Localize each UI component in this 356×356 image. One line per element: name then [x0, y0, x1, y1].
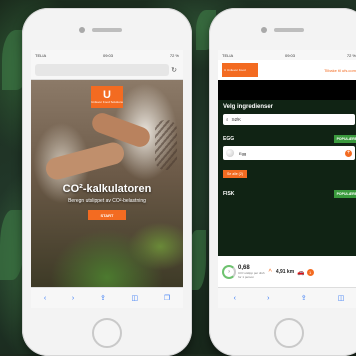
ingredient-label: Egg: [239, 150, 247, 156]
tabs-icon[interactable]: ❐: [164, 294, 170, 302]
popular-badge: POPULÆRE: [333, 134, 356, 143]
time-label: 09:03: [102, 52, 113, 58]
url-field[interactable]: [35, 63, 169, 76]
chef-arm: [43, 140, 127, 182]
home-button[interactable]: [92, 318, 122, 348]
chevron-up-icon[interactable]: ^: [269, 269, 272, 276]
back-icon[interactable]: ‹: [234, 295, 236, 302]
hero-image: U Unilever Food Solutions CO²-kalkulator…: [31, 80, 183, 288]
back-icon[interactable]: ‹: [44, 295, 46, 302]
chef-arm: [89, 110, 153, 150]
hero-title: CO²-kalkulatoren: [62, 183, 152, 195]
results-bar: ? 0,68 CO² utslipp per dish for 1 person…: [218, 256, 356, 288]
unilever-logo[interactable]: U Unilever Food: [222, 63, 258, 77]
browser-toolbar: ‹ › ⇪ ◫ ❐: [31, 287, 183, 308]
right-phone: TELIA 09:03 72 % U Unilever Food Tilbake…: [209, 8, 356, 356]
camera-dot: [261, 27, 267, 33]
home-button[interactable]: [274, 318, 304, 348]
left-screen: TELIA 09:03 72 % ↻ U Unilever Food Solut…: [31, 50, 183, 308]
popular-badge: POPULÆRE: [333, 189, 356, 198]
ingredient-panel: Velg ingredienser ⌕ SØK EGG POPULÆRE Egg…: [218, 100, 356, 308]
battery-label: 72 %: [346, 52, 356, 58]
page-title: Velg ingredienser: [223, 104, 274, 110]
reload-icon[interactable]: ↻: [169, 66, 179, 74]
camera-dot: [79, 27, 85, 33]
battery-label: 72 %: [169, 52, 179, 58]
status-bar: TELIA 09:03 72 %: [31, 50, 183, 60]
category-egg-label: EGG: [223, 135, 235, 142]
co2-gauge-icon: ?: [222, 265, 236, 279]
url-bar[interactable]: ↻: [31, 60, 183, 80]
search-placeholder: SØK: [231, 117, 242, 122]
time-label: 09:03: [284, 52, 295, 58]
leaf-decoration: [0, 210, 24, 280]
search-icon: ⌕: [226, 117, 229, 122]
right-screen: TELIA 09:03 72 % U Unilever Food Tilbake…: [218, 50, 356, 308]
left-phone: TELIA 09:03 72 % ↻ U Unilever Food Solut…: [22, 8, 192, 356]
unilever-logo[interactable]: U Unilever Food Solutions: [91, 86, 123, 108]
egg-icon: [226, 149, 234, 157]
speaker-grille: [274, 28, 304, 32]
hero-subtitle: Beregn utslippet av CO²-belastning: [68, 198, 146, 204]
car-icon: 🚗: [297, 269, 305, 276]
speaker-grille: [92, 28, 122, 32]
search-input[interactable]: ⌕ SØK: [223, 114, 355, 125]
per-person-label: for 1 person: [238, 275, 255, 279]
co2-block: 0,68 CO² utslipp per dish for 1 person: [238, 265, 265, 279]
share-icon[interactable]: ⇪: [301, 294, 307, 302]
share-icon[interactable]: ⇪: [100, 294, 106, 302]
see-all-button[interactable]: Se alle (2): [223, 170, 247, 178]
category-fish-label: FISK: [223, 190, 235, 197]
tattoo-detail: [155, 120, 177, 170]
add-icon[interactable]: +: [345, 149, 352, 157]
forward-icon[interactable]: ›: [267, 295, 269, 302]
carrier-label: TELIA: [35, 52, 47, 58]
start-button[interactable]: START: [88, 210, 126, 220]
ingredient-item-egg[interactable]: Egg +: [223, 146, 355, 160]
browser-toolbar: ‹ › ⇪ ◫: [218, 287, 356, 308]
back-to-site-link[interactable]: Tilbake til ufs.com: [324, 68, 356, 73]
status-bar: TELIA 09:03 72 %: [218, 50, 356, 60]
forward-icon[interactable]: ›: [72, 295, 74, 302]
bookmarks-icon[interactable]: ◫: [132, 294, 139, 302]
site-header: U Unilever Food Tilbake til ufs.com: [218, 60, 356, 80]
count-badge: 1: [306, 268, 314, 276]
bookmarks-icon[interactable]: ◫: [338, 294, 345, 302]
carrier-label: TELIA: [222, 52, 234, 58]
category-header: FISK POPULÆRE: [218, 188, 356, 199]
category-header: EGG POPULÆRE: [218, 133, 356, 144]
distance-value: 4,91 km: [275, 269, 295, 275]
